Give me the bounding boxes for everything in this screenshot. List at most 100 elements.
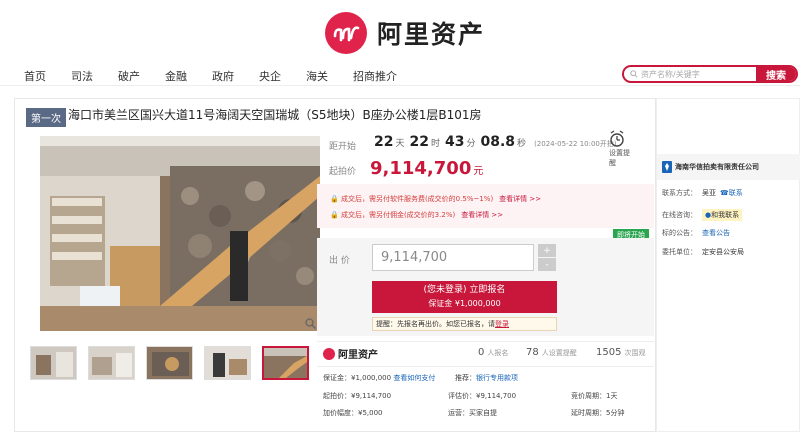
countdown-seconds: 08.8 (480, 134, 516, 150)
entrust-row: 委托单位： 定安县公安局 (662, 247, 744, 257)
increment-info: 加价幅度：¥5,000 (323, 409, 383, 417)
tie-icon (662, 161, 672, 173)
search-input[interactable]: 资产名称/关键字 (630, 69, 756, 80)
unit-min: 分 (466, 139, 476, 149)
reminder-count: 78 人设置提醒 (526, 347, 577, 358)
lock-icon: 🔒 (330, 195, 339, 203)
fee-detail-link[interactable]: 查看详情 >> (499, 195, 541, 203)
applicants-value: 0 (478, 347, 485, 358)
entrust-label: 委托单位： (662, 248, 697, 256)
reminders-value: 78 (526, 347, 539, 358)
nav-item-finance[interactable]: 金融 (165, 68, 187, 84)
contact-link-label: 联系 (728, 189, 743, 197)
currency-unit: 元 (473, 166, 484, 177)
notice-row: 标的公告： 查看公告 (662, 228, 730, 238)
fee-text: 成交后，需另付佣金(成交价的3.2%) (340, 211, 456, 219)
applicants-label: 人报名 (487, 349, 509, 357)
increase-button[interactable]: + (538, 244, 556, 257)
online-label: 在线咨询： (662, 211, 697, 219)
bank-account-link[interactable]: 银行专用款项 (476, 374, 518, 382)
main-nav: 首页 司法 破产 金融 政府 央企 海关 招商推介 (24, 68, 422, 84)
contact-row: 联系方式： 吴亚 ☎联系 (662, 188, 743, 198)
thumbnail[interactable] (146, 346, 193, 380)
thumbnail[interactable] (88, 346, 135, 380)
deposit-text: 保证金：¥1,000,000 (323, 374, 392, 382)
search-button[interactable]: 搜索 (756, 67, 796, 81)
set-reminder-button[interactable]: 设置提醒 (609, 128, 631, 168)
start-price-info: 起拍价：¥9,114,700 (323, 392, 392, 400)
notice-link[interactable]: 查看公告 (702, 228, 730, 238)
start-time: (2024-05-22 10:00开拍) (534, 140, 617, 148)
search-bar: 资产名称/关键字 搜索 (622, 65, 798, 83)
unit-sec: 秒 (517, 139, 527, 149)
unit-hour: 时 (430, 139, 440, 149)
period-info: 竞价周期：1天 (571, 392, 618, 400)
register-button[interactable]: (您未登录) 立即报名 保证金 ¥1,000,000 (372, 281, 557, 313)
fee-detail-link[interactable]: 查看详情 >> (461, 211, 503, 219)
notice-label: 标的公告： (662, 229, 697, 237)
stats-brand-name: 阿里资产 (338, 350, 378, 361)
lot-title: 海口市美兰区国兴大道11号海阔天空国瑞城（S5地块）B座办公楼1层B101房 (68, 108, 482, 122)
login-tip: 提醒：先报名再出价。如您已报名，请登录 (372, 317, 557, 331)
search-icon (630, 70, 638, 78)
chat-button[interactable]: ●和我联系 (702, 209, 743, 221)
bid-label: 出 价 (329, 256, 350, 266)
thumbnail[interactable] (30, 346, 77, 380)
recommend-info: 推荐：银行专用款项 (455, 373, 518, 383)
fee-notice-box (317, 184, 654, 228)
thumbnail-strip (30, 346, 320, 380)
nav-item-judicial[interactable]: 司法 (71, 68, 93, 84)
nav-item-soe[interactable]: 央企 (259, 68, 281, 84)
phone-icon: ☎ (720, 189, 729, 197)
tip-text: 提醒：先报名再出价。如您已报名，请 (376, 320, 495, 328)
decrease-button[interactable]: - (538, 258, 556, 271)
login-link[interactable]: 登录 (495, 320, 509, 328)
deposit-amount: 保证金 ¥1,000,000 (428, 299, 501, 308)
nav-item-customs[interactable]: 海关 (306, 68, 328, 84)
round-badge: 第一次 (26, 108, 66, 127)
extension-info: 延时周期：5分钟 (571, 409, 625, 417)
escrow-info: 运营：买家自提 (448, 409, 497, 417)
chat-label: 和我联系 (711, 211, 740, 219)
seller-name[interactable]: 海南华信拍卖有限责任公司 (675, 162, 759, 172)
countdown-days: 22 (374, 134, 394, 150)
register-label: (您未登录) 立即报名 (423, 285, 506, 295)
thumbnail-selected[interactable] (262, 346, 309, 380)
main-photo[interactable] (40, 136, 320, 331)
bid-input[interactable]: 9,114,700 (372, 244, 534, 271)
brand-logo[interactable]: 阿里资产 (325, 12, 485, 54)
contact-label: 联系方式： (662, 189, 697, 197)
nav-item-bankruptcy[interactable]: 破产 (118, 68, 140, 84)
brand-small-icon (323, 347, 335, 360)
recommend-text: 推荐： (455, 374, 476, 382)
contact-name: 吴亚 (702, 189, 716, 197)
fee-notice: 🔒 成交后，需另付软件服务费(成交价的0.5%~1%) 查看详情 >> (330, 194, 541, 204)
bid-stepper: + - (538, 244, 556, 272)
lock-icon: 🔒 (330, 211, 339, 219)
nav-item-government[interactable]: 政府 (212, 68, 234, 84)
start-price-label: 起拍价 (329, 167, 357, 177)
start-price-value: 9,114,700 (370, 158, 472, 179)
reminders-label: 人设置提醒 (541, 349, 577, 357)
zoom-icon[interactable] (305, 318, 317, 332)
how-to-pay-link[interactable]: 查看如何支付 (393, 374, 435, 382)
unit-day: 天 (395, 139, 405, 149)
view-count: 1505 次围观 (596, 347, 645, 358)
entrust-value: 定安县公安局 (702, 248, 744, 256)
eval-price-info: 评估价：¥9,114,700 (448, 392, 517, 400)
contact-link[interactable]: ☎联系 (720, 188, 743, 198)
thumbnail[interactable] (204, 346, 251, 380)
countdown-minutes: 43 (445, 134, 465, 150)
deposit-info: 保证金：¥1,000,000 查看如何支付 (323, 373, 435, 383)
countdown-hours: 22 (409, 134, 429, 150)
nav-item-investment[interactable]: 招商推介 (353, 68, 397, 84)
start-price: 9,114,700 元 (370, 158, 483, 179)
fee-notice: 🔒 成交后，需另付佣金(成交价的3.2%) 查看详情 >> (330, 210, 503, 220)
seller-panel: 海南华信拍卖有限责任公司 联系方式： 吴亚 ☎联系 在线咨询： ●和我联系 标的… (656, 98, 800, 432)
nav-item-home[interactable]: 首页 (24, 68, 46, 84)
brand-logo-icon (325, 12, 367, 54)
search-placeholder: 资产名称/关键字 (641, 69, 700, 79)
countdown-label: 距开始 (329, 142, 357, 152)
seller-header: 海南华信拍卖有限责任公司 (657, 154, 800, 180)
online-row: 在线咨询： ●和我联系 (662, 209, 743, 221)
